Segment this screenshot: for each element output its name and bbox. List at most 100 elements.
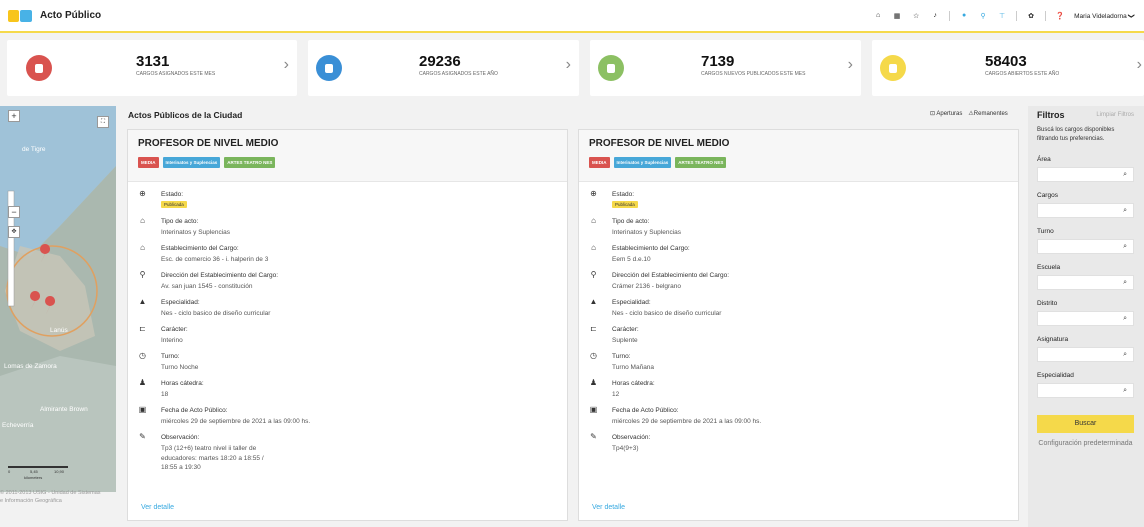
remanentes-label: Remanentes — [973, 111, 1008, 117]
filter-turno: Turno ⌕ — [1037, 228, 1134, 254]
chevron-right-icon: › — [1136, 56, 1142, 73]
filter-area: Área ⌕ — [1037, 156, 1134, 182]
scale-label: 0 — [8, 469, 11, 474]
stat-circle — [316, 55, 342, 81]
field-value: Crámer 2136 - belgrano — [612, 283, 682, 290]
map-label: Echeverría — [2, 422, 34, 429]
filters-description: Buscá los cargos disponibles filtrando t… — [1037, 127, 1115, 142]
clock-icon: ◷ — [590, 351, 597, 360]
zoom-in-button[interactable]: + — [8, 110, 20, 122]
ver-detalle-link[interactable]: Ver detalle — [141, 504, 174, 511]
observacion-line: educadores: martes 18:20 a 18:55 / — [161, 454, 264, 462]
filter-asignatura-input[interactable]: ⌕ — [1037, 347, 1134, 362]
acto-card: PROFESOR DE NIVEL MEDIO MEDIA Interinato… — [578, 129, 1019, 521]
field-value: 18 — [161, 391, 169, 398]
map-attribution: © 2011-2013 USIG - Unidad de Sistemas e … — [0, 489, 101, 505]
chevron-right-icon: › — [565, 56, 571, 73]
calendar-icon: ▣ — [138, 405, 147, 414]
star-icon[interactable]: ☆ — [911, 12, 921, 20]
field-value: Nes - ciclo basico de diseño curricular — [161, 310, 271, 317]
filter-label: Escuela — [1037, 264, 1061, 271]
tag-list: MEDIA Interinatos y Suplencias ARTES TEA… — [589, 157, 1008, 168]
stat-value: 29236 — [419, 53, 461, 70]
briefcase-icon — [35, 63, 43, 73]
filter-distrito-input[interactable]: ⌕ — [1037, 311, 1134, 326]
plus-circle-icon: ⊕ — [139, 189, 146, 198]
search-icon: ⌕ — [1123, 279, 1127, 286]
config-link[interactable]: Configuración predeterminada — [1037, 439, 1134, 449]
fullscreen-icon[interactable]: ⛶ — [97, 116, 109, 128]
filter-label: Especialidad — [1037, 372, 1074, 379]
graduation-cap-icon: ▲ — [589, 297, 598, 306]
stat-label: CARGOS ABIERTOS ESTE AÑO — [985, 71, 1060, 77]
briefcase-icon — [607, 63, 615, 73]
chevron-right-icon: › — [283, 56, 289, 73]
separator — [949, 10, 951, 21]
building-icon: ⌂ — [140, 243, 145, 252]
stat-circle — [598, 55, 624, 81]
stat-circle — [880, 55, 906, 81]
door-icon: ⊡ — [930, 111, 936, 117]
search-button[interactable]: Buscar — [1037, 415, 1134, 433]
stat-card[interactable]: 29236 CARGOS ASIGNADOS ESTE AÑO › — [308, 40, 579, 96]
aperturas-link[interactable]: ⊡ Aperturas — [930, 110, 962, 117]
stat-card[interactable]: 58403 CARGOS ABIERTOS ESTE AÑO › — [872, 40, 1144, 96]
map[interactable]: + − ✥ ⛶ de Tigre Lanús Lomas de Zamora A… — [0, 106, 116, 492]
map-pin-icon: ⚲ — [139, 270, 146, 279]
bell-icon[interactable]: ♪ — [930, 12, 940, 19]
field-label: Horas cátedra: — [161, 380, 204, 387]
filter-escuela-input[interactable]: ⌕ — [1037, 275, 1134, 290]
user-name: Maria Videladorna — [1074, 12, 1127, 20]
scale-label: kilometers — [24, 475, 43, 480]
stat-card[interactable]: 3131 CARGOS ASIGNADOS ESTE MES › — [7, 40, 297, 96]
filter-especialidad-input[interactable]: ⌕ — [1037, 383, 1134, 398]
info-icon[interactable]: ● — [959, 12, 969, 19]
grid-icon[interactable]: ▦ — [892, 12, 902, 20]
field-label: Especialidad: — [161, 299, 200, 306]
help-icon[interactable]: ❓ — [1055, 12, 1065, 20]
stat-label: CARGOS NUEVOS PUBLICADOS ESTE MES — [701, 71, 806, 77]
home-icon[interactable]: ⌂ — [873, 12, 883, 19]
stat-card[interactable]: 7139 CARGOS NUEVOS PUBLICADOS ESTE MES › — [590, 40, 861, 96]
building-icon: ⌂ — [591, 216, 596, 225]
filter-icon[interactable]: ⊤ — [997, 12, 1007, 20]
filter-label: Asignatura — [1037, 336, 1069, 343]
field-label: Especialidad: — [612, 299, 651, 306]
field-label: Establecimiento del Cargo: — [612, 245, 690, 252]
top-toolbar: ⌂ ▦ ☆ ♪ ● ⚲ ⊤ ✿ ❓ Maria Videladorna ❯ — [873, 0, 1134, 31]
remanentes-link[interactable]: ⚠Remanentes — [968, 110, 1007, 117]
location-icon[interactable]: ⚲ — [978, 12, 988, 20]
map-label: Lomas de Zamora — [4, 363, 57, 370]
card-header: PROFESOR DE NIVEL MEDIO MEDIA Interinato… — [128, 130, 567, 182]
acto-card: PROFESOR DE NIVEL MEDIO MEDIA Interinato… — [127, 129, 568, 521]
filter-asignatura: Asignatura ⌕ — [1037, 336, 1134, 362]
page-title: Actos Públicos de la Ciudad — [128, 110, 243, 120]
filter-cargos: Cargos ⌕ — [1037, 192, 1134, 218]
user-menu[interactable]: Maria Videladorna ❯ — [1074, 12, 1134, 20]
ver-detalle-link[interactable]: Ver detalle — [592, 504, 625, 511]
filter-turno-input[interactable]: ⌕ — [1037, 239, 1134, 254]
stat-circle — [26, 55, 52, 81]
field-label: Observación: — [612, 434, 651, 441]
card-header: PROFESOR DE NIVEL MEDIO MEDIA Interinato… — [579, 130, 1018, 182]
gear-icon[interactable]: ✿ — [1026, 12, 1036, 20]
filter-area-input[interactable]: ⌕ — [1037, 167, 1134, 182]
pan-icon[interactable]: ✥ — [8, 226, 20, 238]
ba-logo[interactable] — [8, 8, 34, 24]
attribution-line: e Información Geográfica — [0, 498, 62, 504]
calendar-icon: ▣ — [589, 405, 598, 414]
observacion-line: 18:55 a 19:30 — [161, 464, 201, 471]
search-icon: ⌕ — [1123, 171, 1127, 178]
map-pin-icon: ⚲ — [590, 270, 597, 279]
scale-label: 10,90 — [54, 469, 65, 474]
person-board-icon: ⊏ — [590, 324, 597, 333]
status-badge: Publicada — [161, 201, 187, 208]
field-label: Estado: — [612, 191, 635, 198]
field-label: Establecimiento del Cargo: — [161, 245, 239, 252]
clear-filters-link[interactable]: Limpiar Filtros — [1096, 112, 1134, 118]
field-label: Tipo de acto: — [161, 218, 199, 225]
tag-tipo: Interinatos y Suplencias — [162, 157, 221, 168]
zoom-out-button[interactable]: − — [8, 206, 20, 218]
pencil-icon: ✎ — [590, 432, 597, 441]
filter-cargos-input[interactable]: ⌕ — [1037, 203, 1134, 218]
